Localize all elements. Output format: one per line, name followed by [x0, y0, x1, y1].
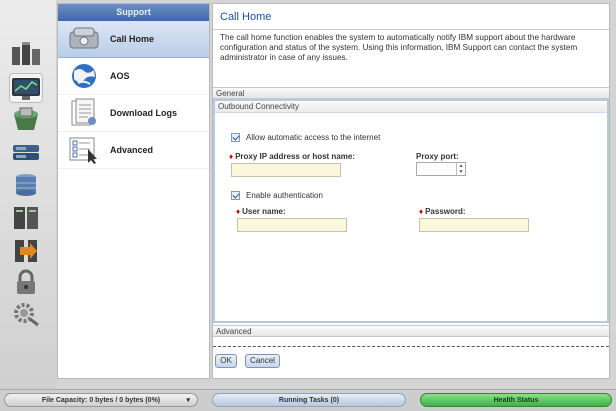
support-side-panel: Support Call Home AOS Download Logs Adva…	[57, 3, 210, 379]
password-label: ♦ Password:	[419, 207, 466, 216]
username-label: ♦ User name:	[236, 207, 286, 216]
proxy-address-label-text: Proxy IP address or host name:	[235, 152, 355, 161]
proxy-address-label: ♦ Proxy IP address or host name:	[229, 152, 355, 161]
settings-gear-icon[interactable]	[9, 298, 43, 328]
cancel-button[interactable]: Cancel	[245, 354, 280, 368]
nav-item-advanced[interactable]: Advanced	[58, 132, 209, 169]
general-section-header[interactable]: General	[213, 87, 609, 99]
access-icon[interactable]	[9, 236, 43, 266]
side-panel-header: Support	[58, 4, 209, 21]
call-home-main-panel: Call Home The call home function enables…	[212, 3, 610, 379]
advanced-checklist-icon	[69, 137, 97, 164]
proxy-port-label: Proxy port:	[416, 152, 459, 161]
username-input[interactable]	[237, 218, 347, 232]
enable-auth-checkbox[interactable]	[231, 191, 240, 200]
proxy-port-spinner[interactable]: ▲ ▼	[416, 162, 466, 176]
page-description: The call home function enables the syste…	[220, 33, 578, 62]
password-label-text: Password:	[425, 207, 466, 216]
allow-internet-row: Allow automatic access to the internet	[231, 133, 380, 142]
performance-monitor-icon[interactable]	[9, 73, 43, 103]
home-monitoring-icon[interactable]	[9, 38, 43, 68]
globe-icon	[72, 64, 96, 88]
spinner-arrows-icon[interactable]: ▲ ▼	[456, 163, 465, 175]
advanced-section-header[interactable]: Advanced	[213, 325, 609, 337]
page-title: Call Home	[220, 11, 272, 23]
nav-item-download-logs[interactable]: Download Logs	[58, 95, 209, 132]
security-lock-icon[interactable]	[9, 268, 43, 298]
hosts-database-icon[interactable]	[9, 170, 43, 200]
running-tasks-indicator[interactable]: Running Tasks (0)	[212, 393, 406, 407]
volumes-icon[interactable]	[9, 138, 43, 168]
allow-internet-label: Allow automatic access to the internet	[246, 133, 381, 142]
title-divider	[213, 29, 609, 30]
allow-internet-checkbox[interactable]	[231, 133, 240, 142]
outbound-connectivity-title: Outbound Connectivity	[215, 101, 607, 113]
pools-icon[interactable]	[9, 105, 43, 135]
call-home-icon	[69, 27, 99, 49]
password-input[interactable]	[419, 218, 529, 232]
nav-label-aos: AOS	[110, 71, 130, 81]
nav-item-aos[interactable]: AOS	[58, 58, 209, 95]
nav-label-download-logs: Download Logs	[110, 108, 177, 118]
file-capacity-text: File Capacity: 0 bytes / 0 bytes (0%)	[41, 397, 161, 404]
logs-document-icon	[71, 98, 96, 126]
health-status-indicator[interactable]: Health Status	[420, 393, 612, 407]
nav-item-call-home[interactable]: Call Home	[58, 21, 209, 58]
capacity-dropdown-icon: ▾	[186, 397, 190, 404]
enable-auth-row: Enable authentication	[231, 191, 323, 200]
copy-services-icon[interactable]	[9, 203, 43, 233]
outbound-connectivity-section: Outbound Connectivity Allow automatic ac…	[213, 99, 609, 323]
ok-button[interactable]: OK	[215, 354, 237, 368]
nav-label-call-home: Call Home	[110, 34, 155, 44]
proxy-address-input[interactable]	[231, 163, 341, 177]
left-dock	[0, 0, 56, 389]
file-capacity-indicator[interactable]: File Capacity: 0 bytes / 0 bytes (0%) ▾	[4, 393, 198, 407]
nav-label-advanced: Advanced	[110, 145, 154, 155]
username-label-text: User name:	[242, 207, 286, 216]
separator-line	[213, 346, 609, 347]
status-bar: File Capacity: 0 bytes / 0 bytes (0%) ▾ …	[0, 389, 616, 411]
enable-auth-label: Enable authentication	[246, 191, 323, 200]
